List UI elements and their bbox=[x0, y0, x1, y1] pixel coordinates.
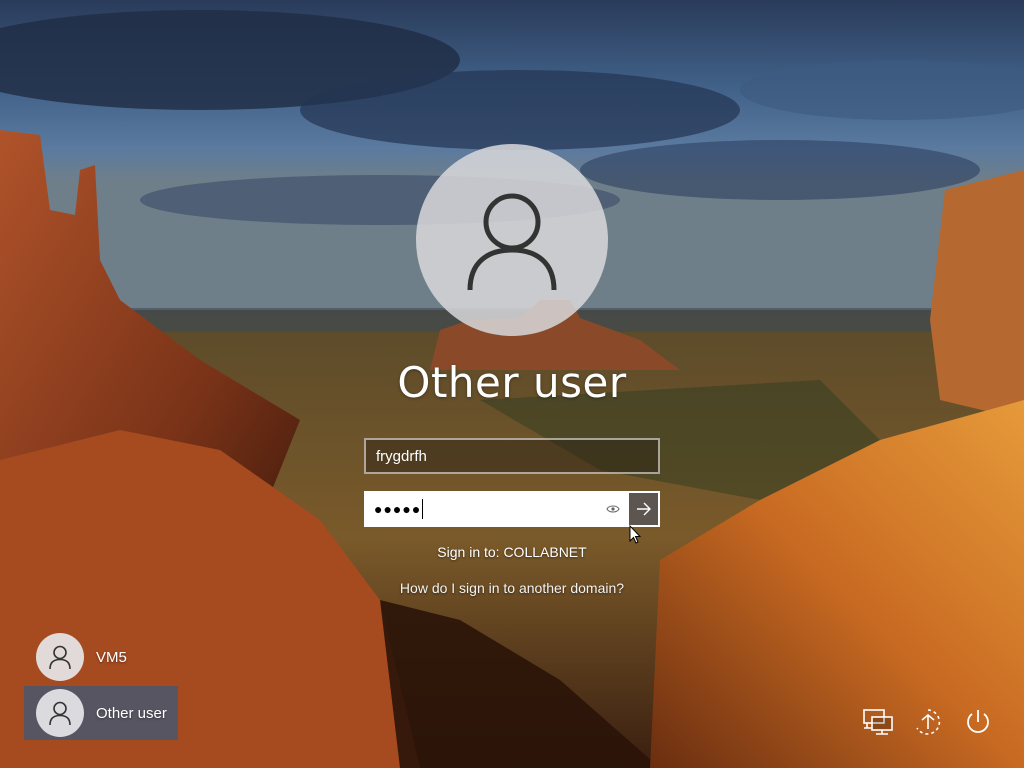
user-switcher-list: VM5 Other user bbox=[24, 630, 178, 742]
submit-button[interactable] bbox=[627, 491, 660, 527]
mouse-cursor bbox=[629, 525, 641, 544]
signin-domain-text: Sign in to: COLLABNET bbox=[437, 544, 587, 560]
user-tile-other-user[interactable]: Other user bbox=[24, 686, 178, 740]
user-silhouette-icon bbox=[36, 689, 84, 737]
password-input[interactable]: ●●●●● bbox=[364, 491, 627, 527]
user-tile-label: VM5 bbox=[96, 648, 127, 666]
another-domain-help-link[interactable]: How do I sign in to another domain? bbox=[312, 580, 712, 596]
user-tile-vm5[interactable]: VM5 bbox=[24, 630, 178, 684]
user-silhouette-icon bbox=[36, 633, 84, 681]
password-mask: ●●●●● bbox=[374, 501, 422, 517]
user-display-name: Other user bbox=[397, 358, 627, 407]
password-row: ●●●●● bbox=[364, 491, 660, 527]
user-avatar bbox=[416, 144, 608, 336]
username-input[interactable]: frygdrfh bbox=[364, 438, 660, 474]
user-tile-label: Other user bbox=[96, 704, 167, 722]
eye-icon[interactable] bbox=[605, 501, 621, 517]
ease-of-access-icon[interactable] bbox=[912, 706, 944, 738]
power-icon[interactable] bbox=[962, 706, 994, 738]
system-tray bbox=[862, 706, 994, 738]
network-icon[interactable] bbox=[862, 706, 894, 738]
user-silhouette-icon bbox=[467, 193, 557, 291]
text-caret bbox=[422, 499, 424, 519]
arrow-right-icon bbox=[636, 502, 651, 516]
